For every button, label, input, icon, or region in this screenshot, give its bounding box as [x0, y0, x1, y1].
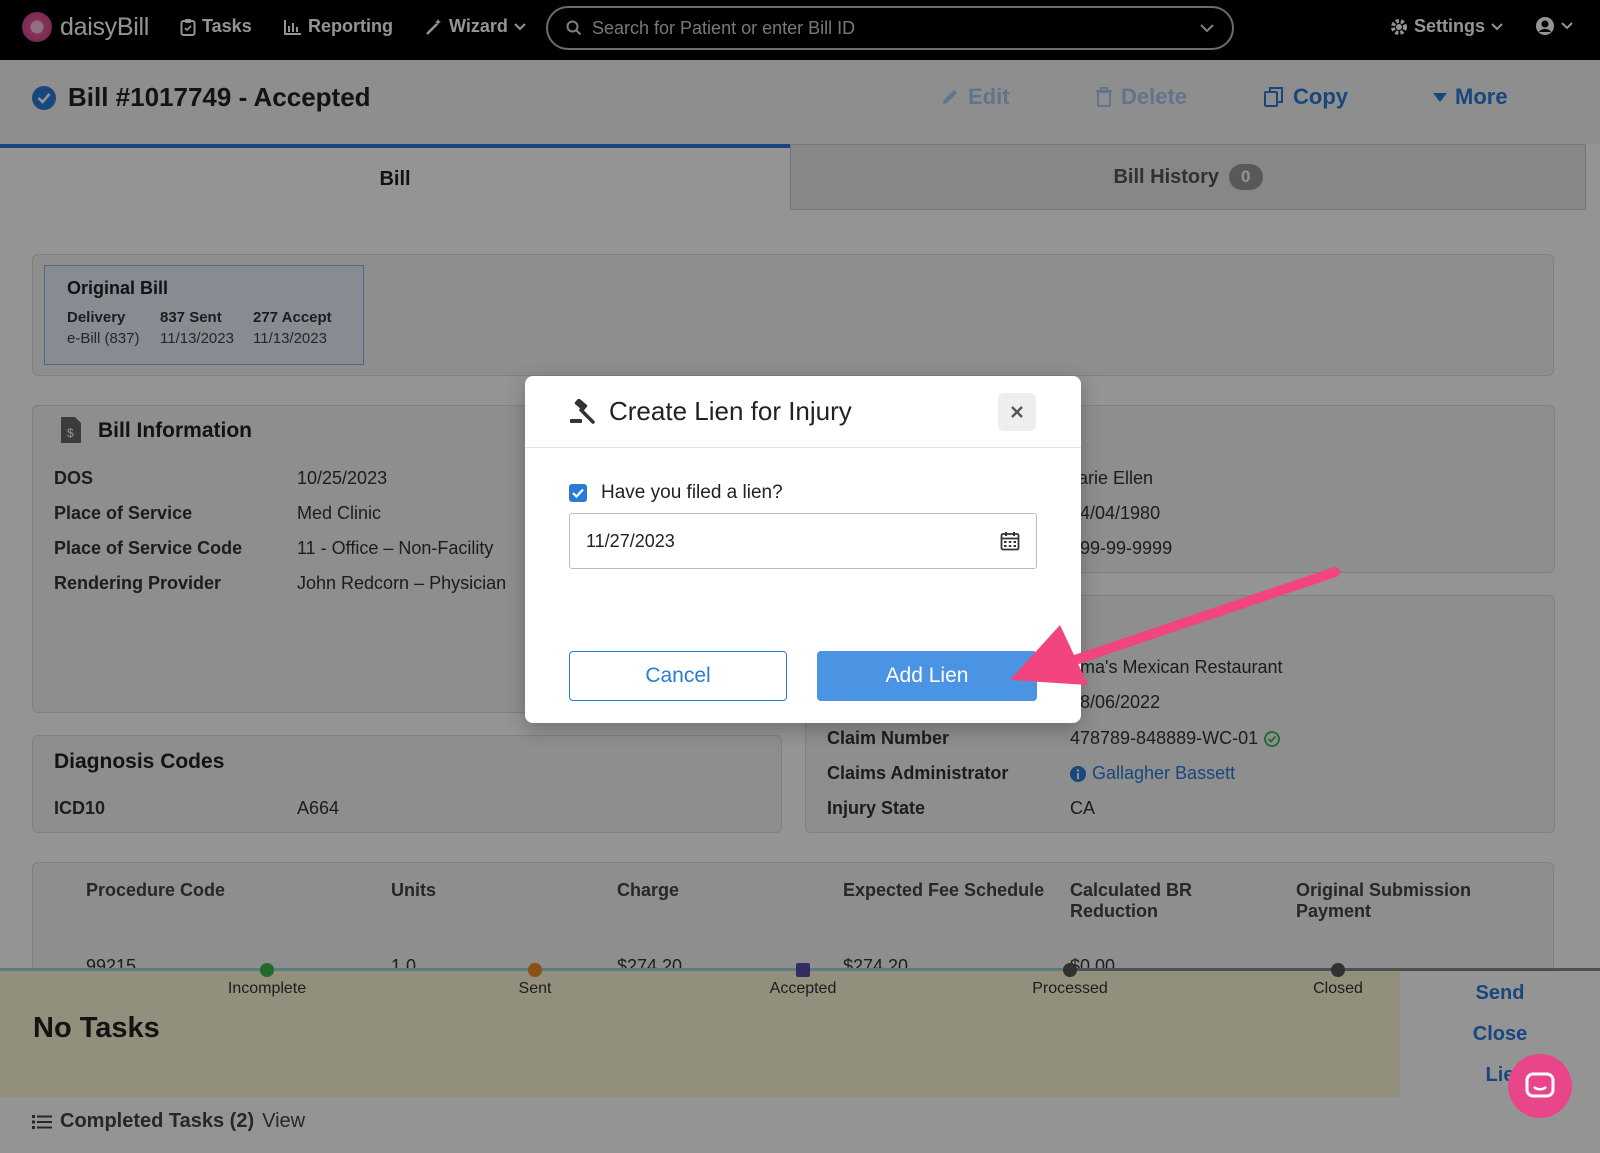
close-icon [1011, 406, 1023, 418]
lien-filed-label: Have you filed a lien? [601, 482, 783, 503]
modal-title-text: Create Lien for Injury [609, 396, 852, 426]
lien-filed-checkbox[interactable] [569, 484, 587, 502]
calendar-icon[interactable] [1000, 531, 1020, 551]
add-lien-label: Add Lien [885, 664, 969, 687]
cancel-label: Cancel [645, 664, 711, 687]
modal-header: Create Lien for Injury [525, 376, 1081, 448]
modal-title: Create Lien for Injury [569, 396, 852, 427]
chat-icon [1525, 1072, 1555, 1098]
lien-filed-row: Have you filed a lien? [569, 482, 783, 504]
close-modal-button[interactable] [998, 393, 1036, 431]
gavel-icon [570, 398, 595, 424]
annotation-arrow [1010, 567, 1340, 685]
checkmark-icon [572, 488, 584, 498]
chat-launcher[interactable] [1508, 1054, 1572, 1118]
cancel-button[interactable]: Cancel [569, 651, 787, 701]
create-lien-modal: Create Lien for Injury Have you filed a … [525, 376, 1081, 723]
lien-date-input[interactable]: 11/27/2023 [569, 513, 1037, 569]
lien-date-value: 11/27/2023 [586, 530, 675, 551]
